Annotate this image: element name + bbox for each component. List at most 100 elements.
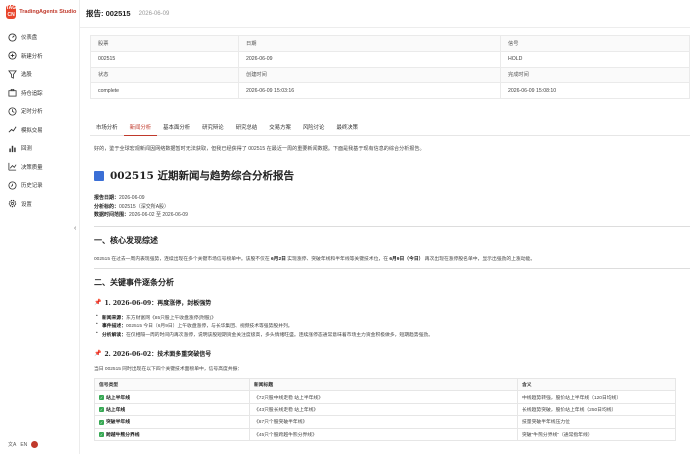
check-icon: ✓ bbox=[99, 394, 104, 400]
bar-chart-icon bbox=[94, 170, 104, 181]
page-date: 2026-06-09 bbox=[138, 10, 170, 17]
tab-fundamental-analysis[interactable]: 基本面分析 bbox=[157, 122, 196, 136]
brand[interactable]: TAG CN TradingAgents Studio bbox=[0, 0, 79, 24]
signal-type-cell: ✓ 突破半年线 bbox=[94, 415, 250, 429]
sidebar-item-new-analysis[interactable]: 新建分析 bbox=[0, 47, 79, 66]
meta-line: 报告日期：2026-06-09 bbox=[94, 195, 145, 201]
report-meta: 报告日期：2026-06-09 分析标的：002515（深交所A股） 数据时间范… bbox=[94, 194, 690, 220]
report-lead-text: 好的，鉴于全球宏观新闻因网络数据暂时无法获取，但我已经获得了 002515 在最… bbox=[94, 146, 425, 152]
signal-news-cell: 《43只股长线走稳 站上年线》 bbox=[249, 402, 518, 417]
language-toggle[interactable]: EN bbox=[20, 442, 27, 448]
signal-meaning-cell: 技量突破半年线压力位 bbox=[517, 415, 676, 429]
signal-table: 信号类型 新闻标题 含义 ✓ 站上半年线 《72只股中线走稳 站上半年线》 中线趋… bbox=[94, 377, 676, 441]
info-value-cell: HOLD bbox=[500, 50, 690, 68]
sidebar-item-backtest[interactable]: 回测 bbox=[0, 139, 79, 158]
filter-icon bbox=[8, 70, 17, 79]
info-value-cell: 2026-06-09 15:08:10 bbox=[500, 82, 690, 100]
signal-type-cell: ✓ 跨越牛熊分界线 bbox=[94, 427, 250, 441]
sidebar: TAG CN TradingAgents Studio 仪表盘 新建分析 选股 … bbox=[0, 0, 80, 454]
sidebar-item-history[interactable]: 历史记录 bbox=[0, 176, 79, 195]
section-heading: 二、关键事件逐条分析 bbox=[94, 276, 174, 287]
signal-meaning-cell: 突破"牛熊分界线"（通常指年线） bbox=[517, 427, 676, 441]
page-title: 报告: 002515 bbox=[86, 9, 131, 18]
table-row: ✓ 站上半年线 《72只股中线走稳 站上半年线》 中线趋势转强，股价站上半年线（1… bbox=[94, 390, 676, 404]
brand-logo: TAG CN bbox=[6, 5, 17, 19]
sidebar-footer: 文A EN bbox=[8, 441, 39, 448]
signal-type-cell: ✓ 站上半年线 bbox=[94, 390, 250, 404]
info-header-row: 股票 日期 信号 bbox=[90, 35, 690, 52]
tab-market-analysis[interactable]: 市场分析 bbox=[90, 122, 124, 136]
report-title: 002515 近期新闻与趋势综合分析报告 bbox=[94, 168, 690, 183]
tab-research-debate[interactable]: 研究辩论 bbox=[196, 122, 230, 136]
table-row: ✓ 站上年线 《43只股长线走稳 站上年线》 长线趋势突破，股价站上年线（250日… bbox=[94, 402, 676, 417]
signal-news-cell: 《67只个股突破半年线》 bbox=[249, 415, 518, 429]
history-icon bbox=[8, 181, 17, 190]
tab-risk-discussion[interactable]: 风险讨论 bbox=[297, 122, 331, 136]
info-value-row: 002515 2026-06-09 HOLD bbox=[90, 50, 690, 68]
list-item: 事件描述：002515 今日（6月9日）上午收盘涨停，与长华集团、视频技术等强势… bbox=[94, 322, 690, 330]
tab-news-analysis[interactable]: 新闻分析 bbox=[123, 122, 158, 136]
event-bullets: 新闻来源：东方财富网《85只股上午收盘涨停(附股)》 事件描述：002515 今… bbox=[94, 314, 690, 339]
sidebar-item-label: 定时分析 bbox=[21, 109, 43, 116]
page-header: 报告: 002515 2026-06-09 bbox=[80, 0, 690, 28]
plus-circle-icon bbox=[8, 51, 17, 60]
sidebar-item-label: 决策质量 bbox=[21, 164, 43, 171]
meta-line: 数据时间范围：2026-06-02 至 2026-06-09 bbox=[94, 212, 188, 219]
sidebar-item-label: 持仓追踪 bbox=[21, 90, 43, 97]
sidebar-item-paper-trading[interactable]: 模拟交易 bbox=[0, 121, 79, 140]
list-item: 分析解读：在仅相隔一周的时间内再次涨停，说明该股短期资金关注度极高，多头情绪旺盛… bbox=[94, 331, 690, 339]
meta-line: 分析标的：002515（深交所A股） bbox=[94, 203, 170, 210]
info-value-cell: complete bbox=[90, 82, 239, 100]
sidebar-item-label: 模拟交易 bbox=[21, 127, 43, 134]
signal-type-cell: ✓ 站上年线 bbox=[94, 402, 250, 417]
event-heading: 📌 1. 2026-06-09：再度涨停，封板强势 bbox=[94, 298, 212, 307]
info-header-cell: 完成时间 bbox=[500, 66, 690, 84]
sidebar-item-stock-picker[interactable]: 选股 bbox=[0, 65, 79, 84]
section-heading: 一、核心发现综述 bbox=[94, 234, 158, 245]
collapse-sidebar-icon[interactable]: ‹ bbox=[74, 225, 76, 232]
table-header-cell: 新闻标题 bbox=[249, 377, 518, 392]
sidebar-item-positions[interactable]: 持仓追踪 bbox=[0, 84, 79, 103]
pin-icon: 📌 bbox=[94, 298, 102, 306]
clock-icon bbox=[8, 107, 17, 116]
info-header-cell: 股票 bbox=[90, 35, 239, 52]
table-row: ✓ 跨越牛熊分界线 《45只个股跨越牛熊分界线》 突破"牛熊分界线"（通常指年线） bbox=[94, 427, 676, 441]
section-paragraph: 002515 在过去一周内表现强势，连续出现在多个关键市场信号榜单中。该股不仅在… bbox=[94, 256, 536, 262]
brand-name: TradingAgents Studio bbox=[19, 9, 77, 15]
divider bbox=[94, 225, 690, 227]
check-icon: ✓ bbox=[99, 431, 104, 437]
main-content: 报告: 002515 2026-06-09 股票 日期 信号 002515 20… bbox=[80, 0, 690, 454]
info-header-cell: 日期 bbox=[238, 35, 501, 52]
check-icon: ✓ bbox=[99, 419, 104, 425]
sidebar-item-dashboard[interactable]: 仪表盘 bbox=[0, 28, 79, 47]
table-row: ✓ 突破半年线 《67只个股突破半年线》 技量突破半年线压力位 bbox=[94, 415, 676, 429]
list-item: 新闻来源：东方财富网《85只股上午收盘涨停(附股)》 bbox=[94, 314, 690, 322]
tab-final-decision[interactable]: 最终决策 bbox=[330, 122, 364, 136]
github-icon[interactable] bbox=[31, 441, 39, 448]
info-value-cell: 2026-06-09 bbox=[238, 50, 501, 68]
tab-trading-plan[interactable]: 交易方案 bbox=[263, 122, 297, 136]
trend-icon bbox=[8, 125, 17, 134]
briefcase-icon bbox=[8, 88, 17, 97]
pin-icon: 📌 bbox=[94, 349, 102, 357]
table-header-cell: 含义 bbox=[517, 377, 676, 392]
sidebar-item-label: 历史记录 bbox=[21, 183, 43, 190]
report-title-text: 002515 近期新闻与趋势综合分析报告 bbox=[110, 170, 294, 182]
gear-icon bbox=[8, 199, 17, 208]
signal-news-cell: 《45只个股跨越牛熊分界线》 bbox=[249, 427, 518, 441]
info-value-row: complete 2026-06-09 15:03:16 2026-06-09 … bbox=[90, 82, 690, 100]
tab-research-summary[interactable]: 研究总结 bbox=[230, 122, 264, 136]
signal-meaning-cell: 长线趋势突破，股价站上年线（250日均线） bbox=[517, 402, 676, 417]
info-value-cell: 002515 bbox=[90, 50, 239, 68]
info-value-cell: 2026-06-09 15:03:16 bbox=[238, 82, 501, 100]
sidebar-item-decision-quality[interactable]: 决策质量 bbox=[0, 158, 79, 177]
info-header-cell: 信号 bbox=[500, 35, 690, 52]
sidebar-item-label: 选股 bbox=[21, 72, 32, 79]
sidebar-item-scheduled[interactable]: 定时分析 bbox=[0, 102, 79, 121]
translate-icon[interactable]: 文A bbox=[8, 441, 16, 448]
bar-chart-icon bbox=[8, 144, 17, 153]
event-heading: 📌 2. 2026-06-02：技术面多重突破信号 bbox=[94, 349, 212, 358]
target-icon bbox=[8, 162, 17, 171]
sidebar-item-label: 回测 bbox=[21, 146, 32, 153]
sidebar-item-settings[interactable]: 设置 bbox=[0, 195, 79, 214]
